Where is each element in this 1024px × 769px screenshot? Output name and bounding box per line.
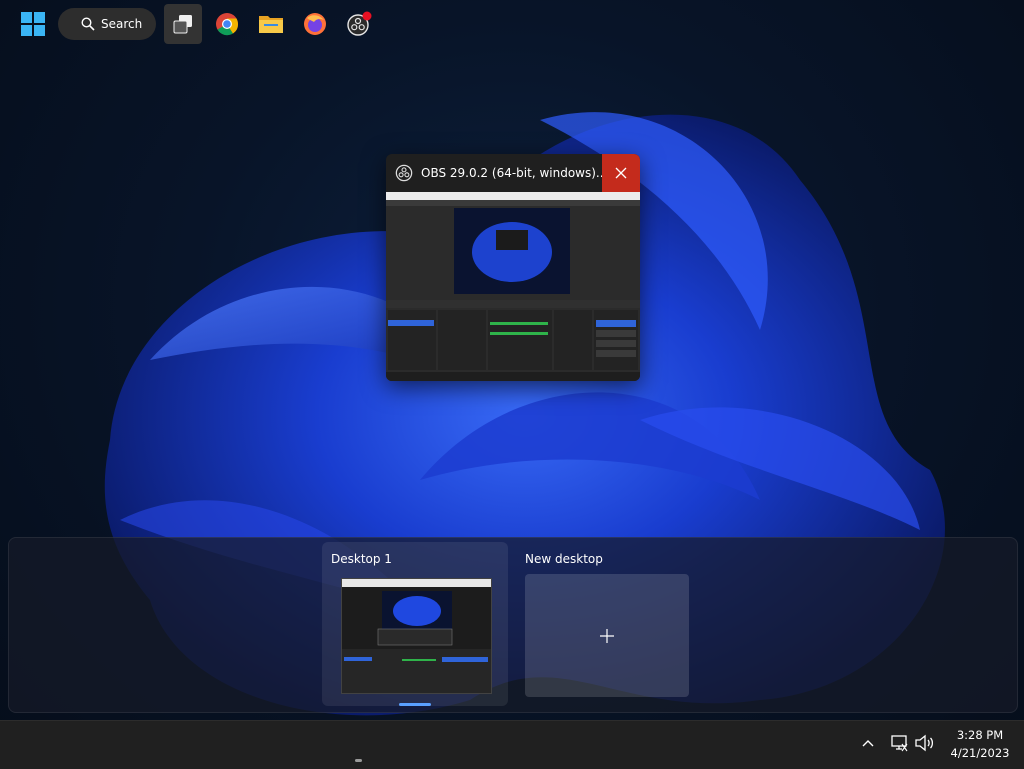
task-view-button[interactable] <box>164 4 202 44</box>
recording-badge-icon <box>362 11 372 21</box>
virtual-desktops-bar <box>8 537 1018 713</box>
clock-date: 4/21/2023 <box>950 746 1010 760</box>
windows-start-icon <box>21 12 45 36</box>
chevron-up-icon <box>862 740 874 747</box>
task-view-icon <box>173 15 192 34</box>
active-desktop-indicator <box>399 703 431 706</box>
obs-taskbar-button[interactable] <box>340 4 378 44</box>
new-desktop[interactable]: New desktop <box>516 542 702 706</box>
desktop-label: Desktop 1 <box>331 552 392 566</box>
volume-icon[interactable] <box>914 733 936 753</box>
close-window-button[interactable] <box>602 154 640 192</box>
network-icon[interactable] <box>889 733 909 753</box>
window-thumbnail <box>386 192 640 381</box>
plus-icon <box>600 628 614 643</box>
search-label: Search <box>101 17 143 31</box>
window-preview-title: OBS 29.0.2 (64-bit, windows)... <box>421 166 608 180</box>
obs-icon <box>395 164 413 182</box>
window-preview-obs[interactable]: OBS 29.0.2 (64-bit, windows)... <box>386 154 640 381</box>
taskbar-clock[interactable]: 3:28 PM 4/21/2023 <box>944 726 1016 762</box>
desktop-1[interactable]: Desktop 1 <box>322 542 508 706</box>
obs-icon <box>347 11 372 36</box>
desktop-label: New desktop <box>525 552 603 566</box>
desktop-1-preview <box>341 578 492 694</box>
window-preview-titlebar: OBS 29.0.2 (64-bit, windows)... <box>386 154 640 192</box>
start-button[interactable] <box>14 4 52 44</box>
chrome-icon <box>216 13 239 36</box>
clock-time: 3:28 PM <box>956 728 1004 742</box>
taskbar-search[interactable]: Search <box>58 8 156 40</box>
new-desktop-button[interactable] <box>525 574 689 697</box>
file-explorer-button[interactable] <box>252 4 290 44</box>
chrome-button[interactable] <box>208 4 246 44</box>
search-icon <box>81 17 95 31</box>
firefox-icon <box>304 13 326 35</box>
firefox-button[interactable] <box>296 4 334 44</box>
file-explorer-icon <box>259 16 283 33</box>
close-icon <box>615 167 627 179</box>
running-app-indicator <box>355 759 362 762</box>
show-hidden-icons-button[interactable] <box>858 733 878 753</box>
